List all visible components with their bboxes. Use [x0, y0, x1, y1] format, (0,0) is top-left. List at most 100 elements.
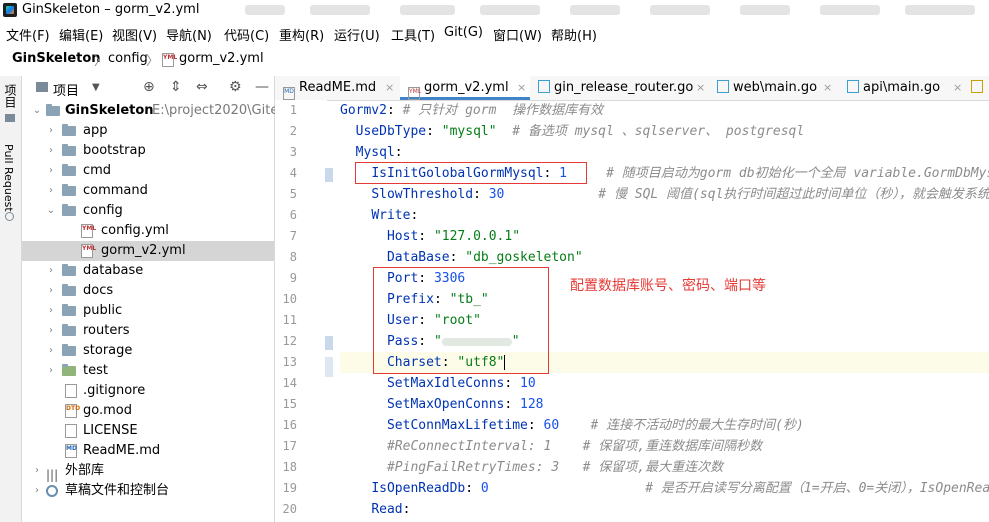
tree-item-label: config [83, 203, 123, 218]
tab-readme[interactable]: MD ReadME.md × [283, 76, 395, 100]
locate-icon[interactable]: ⊕ [143, 79, 155, 95]
menu-navigate[interactable]: 导航(N) [166, 25, 212, 44]
menu-run[interactable]: 运行(U) [334, 25, 380, 44]
yml-file-icon: YML [162, 53, 177, 67]
tab-api-main[interactable]: api\main.go × [847, 76, 965, 100]
pull-request-icon [5, 212, 14, 221]
code-line[interactable]: Gormv2: # 只针对 gorm 操作数据库有效 [340, 100, 603, 121]
tree-item[interactable]: .gitignore [22, 381, 274, 401]
tree-item[interactable]: › docs [22, 281, 274, 301]
tab-gin-release-router[interactable]: gin_release_router.go × [538, 76, 708, 100]
menu-code[interactable]: 代码(C) [224, 25, 269, 44]
close-icon[interactable]: × [696, 76, 705, 100]
highlight-box-credentials [373, 267, 549, 374]
tree-item[interactable]: › test [22, 361, 274, 381]
tree-item[interactable]: › cmd [22, 161, 274, 181]
tree-item[interactable]: › command [22, 181, 274, 201]
gear-icon[interactable]: ⚙ [229, 79, 242, 95]
menu-tools[interactable]: 工具(T) [391, 25, 435, 44]
chevron-right-icon[interactable]: › [46, 141, 56, 161]
hide-icon[interactable]: — [255, 79, 269, 95]
menu-help[interactable]: 帮助(H) [551, 25, 597, 44]
chevron-right-icon[interactable]: › [46, 341, 56, 361]
chevron-down-icon[interactable]: ▼ [92, 82, 100, 93]
breadcrumb-folder[interactable]: config [108, 51, 148, 66]
tree-item[interactable]: › 草稿文件和控制台 [22, 481, 274, 501]
tab-gorm-v2[interactable]: YML gorm_v2.yml × [400, 76, 530, 100]
project-panel-title[interactable]: 项目 [53, 80, 79, 99]
code-line[interactable]: #ReConnectInterval: 1 # 保留项,重连数据库间隔秒数 [340, 436, 762, 457]
close-icon[interactable]: × [953, 76, 962, 100]
breadcrumb-project[interactable]: GinSkeleton [12, 51, 101, 66]
line-number: 10 [282, 292, 297, 306]
tree-item[interactable]: › app [22, 121, 274, 141]
tree-item-label: routers [83, 323, 130, 338]
expand-all-icon[interactable]: ⇕ [170, 79, 182, 95]
chevron-right-icon[interactable]: › [46, 161, 56, 181]
chevron-down-icon[interactable]: ⌄ [32, 101, 42, 121]
tree-item[interactable]: DTD go.mod [22, 401, 274, 421]
code-line[interactable]: DataBase: "db_goskeleton" [340, 247, 583, 268]
yaml-comment: #ReConnectInterval: 1 # 保留项,重连数据库间隔秒数 [386, 439, 763, 454]
chevron-down-icon[interactable]: ⌄ [46, 201, 56, 221]
pull-request-tool-tab[interactable]: Pull Request [2, 144, 15, 212]
breadcrumb-file[interactable]: gorm_v2.yml [179, 51, 264, 66]
code-line[interactable]: Write: [340, 205, 418, 226]
yml-file-icon: YML [408, 87, 421, 100]
chevron-right-icon[interactable]: › [46, 321, 56, 341]
code-text: : [527, 418, 544, 433]
chevron-right-icon[interactable]: › [46, 121, 56, 141]
tree-item[interactable]: YML config.yml [22, 221, 274, 241]
chevron-right-icon[interactable]: › [46, 361, 56, 381]
close-icon[interactable]: × [517, 76, 526, 100]
tree-item[interactable]: › ||| 外部库 [22, 461, 274, 482]
chevron-right-icon[interactable]: › [46, 281, 56, 301]
tree-item[interactable]: › bootstrap [22, 141, 274, 161]
close-icon[interactable]: × [385, 76, 394, 100]
chevron-right-icon[interactable]: › [32, 481, 42, 501]
code-line[interactable]: SetMaxOpenConns: 128 [340, 394, 544, 415]
line-number-gutter: 1 2 3 4 5 6 7 8 9 10 11 12 13 14 15 16 17 18 19 20 [275, 100, 327, 522]
menu-file[interactable]: 文件(F) [6, 25, 50, 44]
folder-icon [62, 204, 76, 216]
code-line[interactable]: SetMaxIdleConns: 10 [340, 373, 536, 394]
code-line[interactable]: Mysql: [340, 142, 403, 163]
project-tool-tab[interactable]: 项目 [2, 84, 19, 108]
chevron-right-icon[interactable]: › [46, 301, 56, 321]
scratch-icon [46, 485, 58, 497]
chevron-right-icon[interactable]: › [46, 181, 56, 201]
tree-root[interactable]: ⌄ GinSkeleton E:\project2020\Gitee [22, 101, 287, 121]
yaml-string: "db_goskeleton" [465, 250, 583, 265]
chevron-right-icon[interactable]: › [32, 461, 42, 481]
menu-edit[interactable]: 编辑(E) [59, 25, 103, 44]
code-line[interactable]: IsOpenReadDb: 0 # 是否开启读写分离配置（1=开启、0=关闭），… [340, 478, 989, 499]
tab-label: ReadME.md [299, 80, 377, 95]
collapse-all-icon[interactable]: ⇔ [196, 79, 208, 95]
code-line[interactable]: Read: [340, 499, 410, 520]
code-line[interactable]: SlowThreshold: 30 # 慢 SQL 阈值(sql执行时间超过此时… [340, 184, 989, 205]
folder-icon [62, 284, 76, 296]
tree-item[interactable]: › database [22, 261, 274, 281]
menu-git[interactable]: Git(G) [444, 25, 483, 40]
code-text: : [394, 145, 403, 160]
editor-tab-bar: MD ReadME.md × YML gorm_v2.yml × gin_relea… [275, 76, 989, 101]
tree-item[interactable]: ⌄ config [22, 201, 274, 221]
code-line[interactable]: #PingFailRetryTimes: 3 # 保留项,最大重连次数 [340, 457, 723, 478]
tree-item[interactable]: MD ReadME.md [22, 441, 274, 461]
chevron-right-icon[interactable]: › [46, 261, 56, 281]
menu-refactor[interactable]: 重构(R) [279, 25, 324, 44]
tree-item-selected[interactable]: YML gorm_v2.yml [22, 241, 274, 261]
tree-item[interactable]: › storage [22, 341, 274, 361]
tree-item[interactable]: LICENSE [22, 421, 274, 441]
tree-item[interactable]: › routers [22, 321, 274, 341]
menu-view[interactable]: 视图(V) [112, 25, 157, 44]
close-icon[interactable]: × [823, 76, 832, 100]
tab-overflow[interactable] [971, 76, 989, 100]
tree-item[interactable]: › public [22, 301, 274, 321]
code-line[interactable]: UseDbType: "mysql" # 备选项 mysql 、sqlserve… [340, 121, 805, 142]
menu-window[interactable]: 窗口(W) [493, 25, 542, 44]
tab-web-main[interactable]: web\main.go × [717, 76, 835, 100]
code-line[interactable]: SetConnMaxLifetime: 60 # 连接不活动时的最大生存时间(秒… [340, 415, 804, 436]
yaml-number: 60 [543, 418, 560, 433]
code-line[interactable]: Host: "127.0.0.1" [340, 226, 520, 247]
